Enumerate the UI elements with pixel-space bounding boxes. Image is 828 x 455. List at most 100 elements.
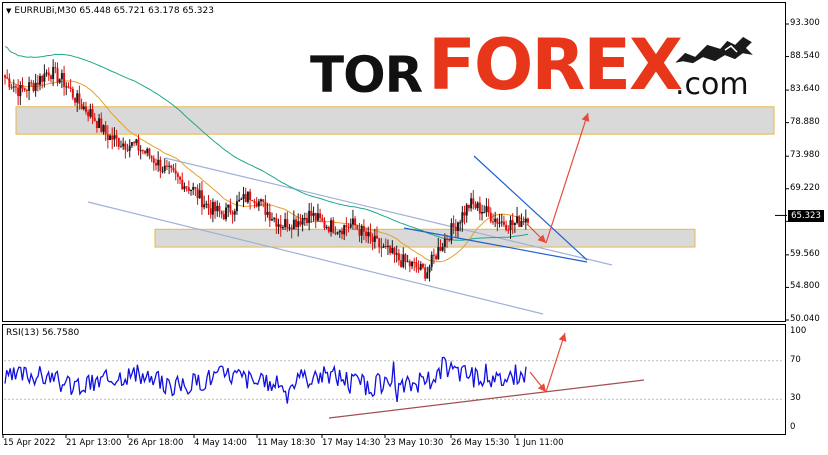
candle-body [56,68,59,83]
candle-body [235,201,238,212]
candle-body [54,67,57,69]
candle-body [47,72,50,76]
candle-body [354,218,357,226]
candle-body [58,79,61,83]
candle-body [435,255,438,260]
resistance-zone [15,106,775,135]
candle-body [452,223,455,227]
candle-body [367,232,370,237]
candle-body [172,167,175,171]
candle-body [520,221,523,227]
rsi-line [4,356,527,404]
ohlc-values: 65.448 65.721 63.178 65.323 [79,6,214,16]
candle-body [454,226,457,231]
price-tick-label: 54.800 [790,281,820,292]
candle-body [327,227,330,232]
candle-body [450,223,453,241]
torforex-logo: TOR FOREX .com [310,28,780,108]
candle-body [95,120,98,129]
candle-body [485,206,488,212]
chart-header: ▼ EURRUBi,M30 65.448 65.721 63.178 65.323 [6,6,214,16]
candle-body [321,218,324,221]
candle-body [308,210,311,224]
price-tick-label: 93.300 [790,18,820,28]
candle-body [301,218,304,225]
candle-body [408,261,411,267]
candle-body [84,106,87,112]
candle-body [319,213,322,219]
candle-body [426,272,429,279]
candle-body [305,217,308,224]
candle-body [266,211,269,215]
candle-body [216,205,219,212]
time-tick-label: 4 May 14:00 [194,438,247,448]
candle-body [78,93,81,104]
candle-body [386,245,389,247]
candle-body [144,150,147,154]
candle-body [413,261,416,263]
candle-body [290,227,293,230]
logo-tor-text: TOR [310,46,423,104]
candle-body [421,264,424,268]
rsi-arrow-up-head [558,333,567,342]
candle-body [325,227,328,229]
candle-body [428,266,431,273]
candle-body [260,199,263,202]
candle-body [36,82,39,85]
candle-body [100,118,103,132]
candle-body [286,219,289,229]
rsi-arrow-up-shaft [545,332,566,393]
collapse-triangle-icon[interactable]: ▼ [6,7,11,15]
candle-body [43,73,46,82]
candle-body [159,159,162,172]
candle-body [404,254,407,262]
candle-body [45,72,48,74]
candle-body [87,111,90,117]
candle-body [246,191,249,203]
candle-body [463,212,466,216]
candle-body [28,82,31,91]
candle-body [268,211,271,221]
candle-body [148,148,151,157]
candle-body [130,142,133,146]
candle-body [179,176,182,180]
candle-body [240,198,243,200]
candle-body [117,137,120,147]
rsi-tick-label: 100 [790,326,807,336]
candle-body [154,162,157,166]
candle-body [133,142,136,144]
rsi-arrow-down-head [537,383,546,392]
candle-body [17,87,20,97]
candle-body [185,186,188,188]
candle-body [141,150,144,152]
time-tick-label: 17 May 14:30 [322,438,381,448]
candle-body [522,221,525,223]
price-tick-label: 88.540 [790,50,820,61]
candle-body [391,247,394,253]
candle-body [338,230,341,233]
candle-body [203,204,206,208]
candle-body [104,125,107,135]
candle-body [257,201,260,207]
candle-body [119,146,122,148]
candle-body [74,97,77,103]
candle-body [124,143,127,150]
rsi-tick-label: 70 [790,354,801,365]
candle-body [332,220,335,233]
candle-body [115,135,118,138]
candle-body [456,222,459,231]
time-tick-label: 15 Apr 2022 [3,438,56,448]
candle-body [491,221,494,223]
candle-body [356,225,359,230]
candle-body [214,202,217,212]
candle-body [292,219,295,230]
time-tick-label: 23 May 10:30 [385,438,444,448]
rsi-tick-label: 30 [790,393,801,404]
candle-body [297,221,300,228]
candle-body [82,106,85,110]
candle-body [478,202,481,214]
candle-body [32,83,35,91]
candle-body [23,88,26,90]
candle-body [109,135,112,141]
candle-body [288,227,291,229]
